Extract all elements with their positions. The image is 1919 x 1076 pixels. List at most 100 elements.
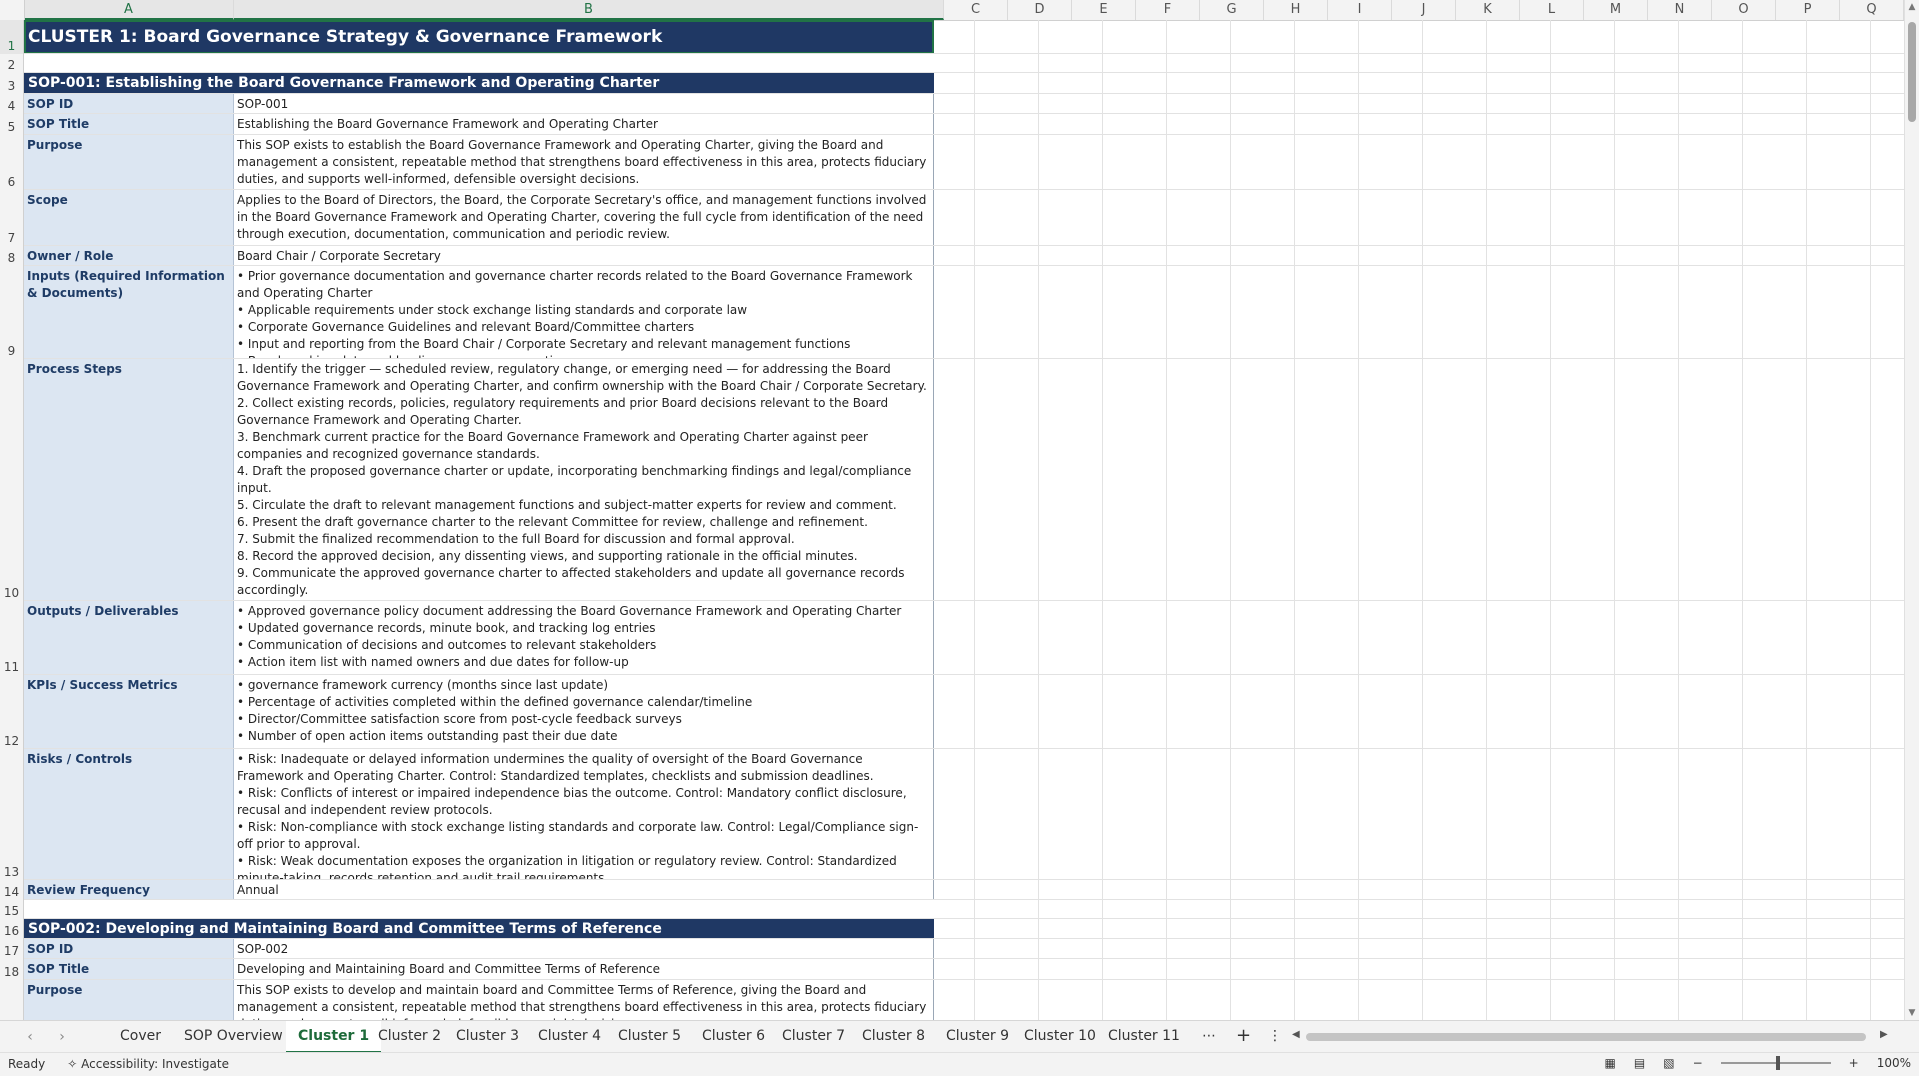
column-header-k[interactable]: K: [1456, 0, 1520, 20]
sop-field-row[interactable]: SOP Title Establishing the Board Governan…: [24, 114, 1919, 135]
row-header[interactable]: 17: [0, 939, 24, 959]
field-label-cell[interactable]: Review Frequency: [24, 880, 234, 900]
sheet-tab-cluster-6[interactable]: Cluster 6: [690, 1021, 777, 1051]
field-value-cell[interactable]: • Risk: Inadequate or delayed informatio…: [234, 749, 934, 880]
sop-field-row[interactable]: KPIs / Success Metrics • governance frame…: [24, 675, 1919, 749]
prev-sheet-icon[interactable]: ‹: [20, 1027, 40, 1047]
row-header[interactable]: 8: [0, 246, 24, 266]
sop-field-row[interactable]: Inputs (Required Information & Documents…: [24, 266, 1919, 359]
sop-field-row[interactable]: Purpose This SOP exists to establish the …: [24, 135, 1919, 190]
vertical-scrollbar[interactable]: ▲ ▼: [1904, 0, 1919, 1020]
sheet-tab-cluster-7[interactable]: Cluster 7: [770, 1021, 857, 1051]
column-header-o[interactable]: O: [1712, 0, 1776, 20]
sop-field-row[interactable]: Purpose This SOP exists to develop and ma…: [24, 980, 1919, 1020]
column-header-q[interactable]: Q: [1840, 0, 1904, 20]
zoom-in-icon[interactable]: +: [1849, 1056, 1859, 1070]
field-label-cell[interactable]: SOP Title: [24, 959, 234, 980]
field-label-cell[interactable]: Inputs (Required Information & Documents…: [24, 266, 234, 359]
field-value-cell[interactable]: Developing and Maintaining Board and Com…: [234, 959, 934, 980]
field-value-cell[interactable]: • Approved governance policy document ad…: [234, 601, 934, 675]
normal-view-icon[interactable]: ▦: [1605, 1056, 1616, 1070]
field-label-cell[interactable]: Process Steps: [24, 359, 234, 601]
sheet-tab-cluster-2[interactable]: Cluster 2: [366, 1021, 453, 1051]
row-header[interactable]: 6: [0, 135, 24, 190]
row-header[interactable]: 16: [0, 919, 24, 939]
row-header[interactable]: 4: [0, 94, 24, 114]
field-value-cell[interactable]: Board Chair / Corporate Secretary: [234, 246, 934, 266]
sheet-tab-cluster-11[interactable]: Cluster 11: [1096, 1021, 1192, 1051]
cluster-title-cell[interactable]: CLUSTER 1: Board Governance Strategy & G…: [24, 20, 934, 54]
sop-field-row[interactable]: Risks / Controls • Risk: Inadequate or de…: [24, 749, 1919, 880]
row-header[interactable]: 3: [0, 73, 24, 94]
field-label-cell[interactable]: Purpose: [24, 980, 234, 1020]
zoom-out-icon[interactable]: −: [1693, 1056, 1703, 1070]
vertical-scroll-thumb[interactable]: [1908, 22, 1916, 122]
zoom-slider[interactable]: [1720, 1056, 1831, 1070]
row-header[interactable]: [0, 980, 24, 1020]
column-header-j[interactable]: J: [1392, 0, 1456, 20]
field-label-cell[interactable]: Outputs / Deliverables: [24, 601, 234, 675]
field-label-cell[interactable]: SOP ID: [24, 939, 234, 959]
sop-field-row[interactable]: Outputs / Deliverables • Approved governa…: [24, 601, 1919, 675]
column-header-e[interactable]: E: [1072, 0, 1136, 20]
field-label-cell[interactable]: Owner / Role: [24, 246, 234, 266]
column-header-b[interactable]: B: [234, 0, 944, 20]
scroll-left-icon[interactable]: ◀: [1292, 1029, 1300, 1040]
sheet-tab-cluster-5[interactable]: Cluster 5: [606, 1021, 693, 1051]
sheet-tab-cluster-3[interactable]: Cluster 3: [444, 1021, 531, 1051]
row-header[interactable]: 12: [0, 675, 24, 749]
row-header[interactable]: 15: [0, 900, 24, 919]
field-value-cell[interactable]: Establishing the Board Governance Framew…: [234, 114, 934, 135]
row-header[interactable]: 10: [0, 359, 24, 601]
row-header[interactable]: 14: [0, 880, 24, 900]
sheet-tab-cluster-9[interactable]: Cluster 9: [934, 1021, 1021, 1051]
horizontal-scrollbar[interactable]: ◀ ▶: [1290, 1029, 1890, 1043]
spreadsheet-grid[interactable]: ABCDEFGHIJKLMNOPQ 1 2 3 4 5 6 7 8 9 10 11 12 13 14 15 1…: [0, 0, 1919, 1020]
column-header-c[interactable]: C: [944, 0, 1008, 20]
field-label-cell[interactable]: Purpose: [24, 135, 234, 190]
field-value-cell[interactable]: • governance framework currency (months …: [234, 675, 934, 749]
sop-field-row[interactable]: Process Steps 1. Identify the trigger — s…: [24, 359, 1919, 601]
column-header-a[interactable]: A: [24, 0, 234, 20]
row-header[interactable]: 5: [0, 114, 24, 135]
row-header[interactable]: 13: [0, 749, 24, 880]
column-header-n[interactable]: N: [1648, 0, 1712, 20]
field-value-cell[interactable]: SOP-002: [234, 939, 934, 959]
horizontal-scroll-thumb[interactable]: [1306, 1033, 1866, 1041]
sheet-tab-cluster-10[interactable]: Cluster 10: [1012, 1021, 1108, 1051]
sop-field-row[interactable]: Review Frequency Annual: [24, 880, 1919, 900]
page-break-preview-icon[interactable]: ▧: [1663, 1056, 1674, 1070]
column-header-m[interactable]: M: [1584, 0, 1648, 20]
field-label-cell[interactable]: Scope: [24, 190, 234, 246]
sop-field-row[interactable]: SOP Title Developing and Maintaining Boar…: [24, 959, 1919, 980]
next-sheet-icon[interactable]: ›: [52, 1027, 72, 1047]
sop-field-row[interactable]: Owner / Role Board Chair / Corporate Secr…: [24, 246, 1919, 266]
row-header[interactable]: 2: [0, 54, 24, 73]
field-value-cell[interactable]: Annual: [234, 880, 934, 900]
sheet-tab-cluster-4[interactable]: Cluster 4: [526, 1021, 613, 1051]
field-value-cell[interactable]: This SOP exists to develop and maintain …: [234, 980, 934, 1020]
sheet-tab-cover[interactable]: Cover: [108, 1021, 173, 1051]
row-header[interactable]: 18: [0, 959, 24, 980]
field-value-cell[interactable]: This SOP exists to establish the Board G…: [234, 135, 934, 190]
field-value-cell[interactable]: 1. Identify the trigger — scheduled revi…: [234, 359, 934, 601]
sheet-options-icon[interactable]: ⋮: [1256, 1021, 1294, 1051]
row-header[interactable]: 11: [0, 601, 24, 675]
row-1[interactable]: CLUSTER 1: Board Governance Strategy & G…: [24, 20, 1919, 54]
column-header-p[interactable]: P: [1776, 0, 1840, 20]
column-header-g[interactable]: G: [1200, 0, 1264, 20]
column-header-h[interactable]: H: [1264, 0, 1328, 20]
field-value-cell[interactable]: • Prior governance documentation and gov…: [234, 266, 934, 359]
field-value-cell[interactable]: SOP-001: [234, 94, 934, 114]
column-header-f[interactable]: F: [1136, 0, 1200, 20]
zoom-level[interactable]: 100%: [1877, 1056, 1911, 1070]
field-label-cell[interactable]: Risks / Controls: [24, 749, 234, 880]
accessibility-status[interactable]: ✧ Accessibility: Investigate: [67, 1057, 229, 1071]
scroll-up-icon[interactable]: ▲: [1905, 2, 1919, 12]
field-label-cell[interactable]: KPIs / Success Metrics: [24, 675, 234, 749]
scroll-down-icon[interactable]: ▼: [1905, 1008, 1919, 1018]
field-label-cell[interactable]: SOP ID: [24, 94, 234, 114]
sop-field-row[interactable]: SOP ID SOP-001: [24, 94, 1919, 114]
row-3[interactable]: SOP-001: Establishing the Board Governan…: [24, 73, 1919, 93]
sop-field-row[interactable]: Scope Applies to the Board of Directors, …: [24, 190, 1919, 246]
